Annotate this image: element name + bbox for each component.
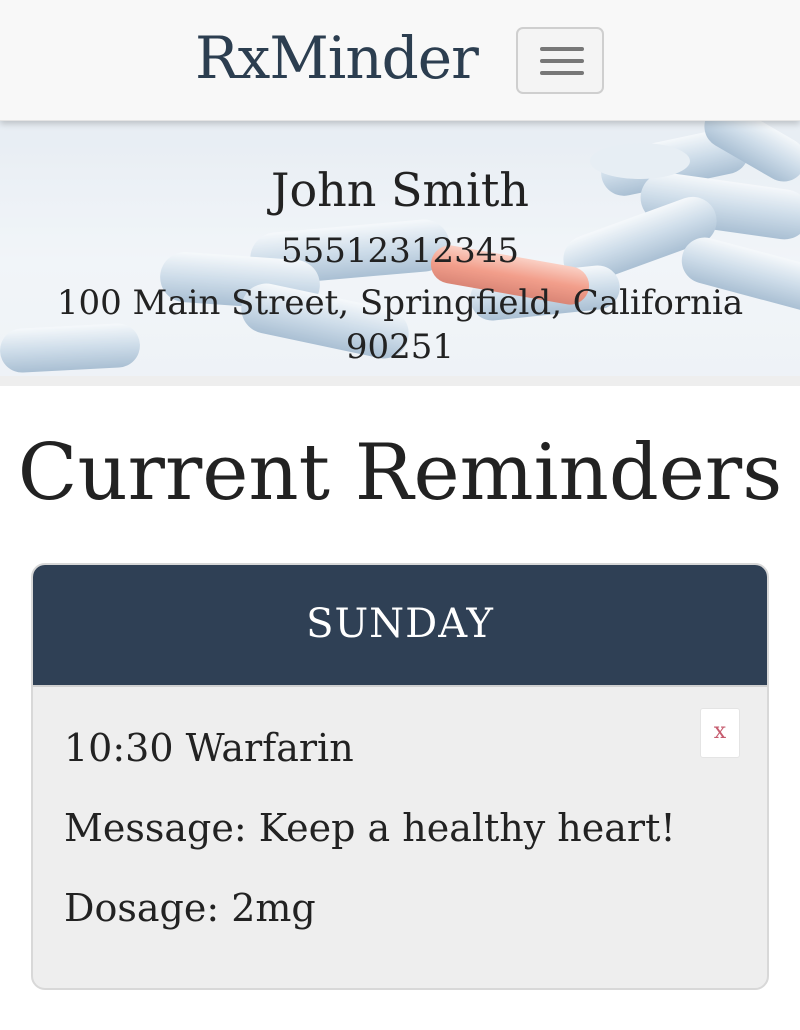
navbar: RxMinder: [0, 0, 800, 121]
brand-logo[interactable]: RxMinder: [195, 22, 479, 94]
reminder-time-medication: 10:30 Warfarin: [64, 726, 354, 770]
reminder-dosage: Dosage: 2mg: [64, 886, 316, 930]
menu-toggle-button[interactable]: [516, 27, 604, 94]
hamburger-menu-icon-bar: [540, 59, 584, 63]
reminder-day-header: SUNDAY: [33, 565, 767, 687]
patient-address: 100 Main Street, Springfield, California…: [56, 283, 744, 367]
patient-name: John Smith: [271, 163, 529, 217]
hamburger-menu-icon-bar: [540, 71, 584, 75]
page-title: Current Reminders: [17, 428, 783, 518]
reminder-card: SUNDAY 10:30 Warfarin x Message: Keep a …: [31, 563, 769, 990]
reminder-message: Message: Keep a healthy heart!: [64, 806, 676, 850]
banner-divider: [0, 376, 800, 386]
hamburger-menu-icon: [540, 47, 584, 51]
patient-phone: 55512312345: [281, 231, 519, 271]
profile-banner: John Smith 55512312345 100 Main Street, …: [0, 121, 800, 376]
delete-reminder-button[interactable]: x: [700, 708, 740, 758]
